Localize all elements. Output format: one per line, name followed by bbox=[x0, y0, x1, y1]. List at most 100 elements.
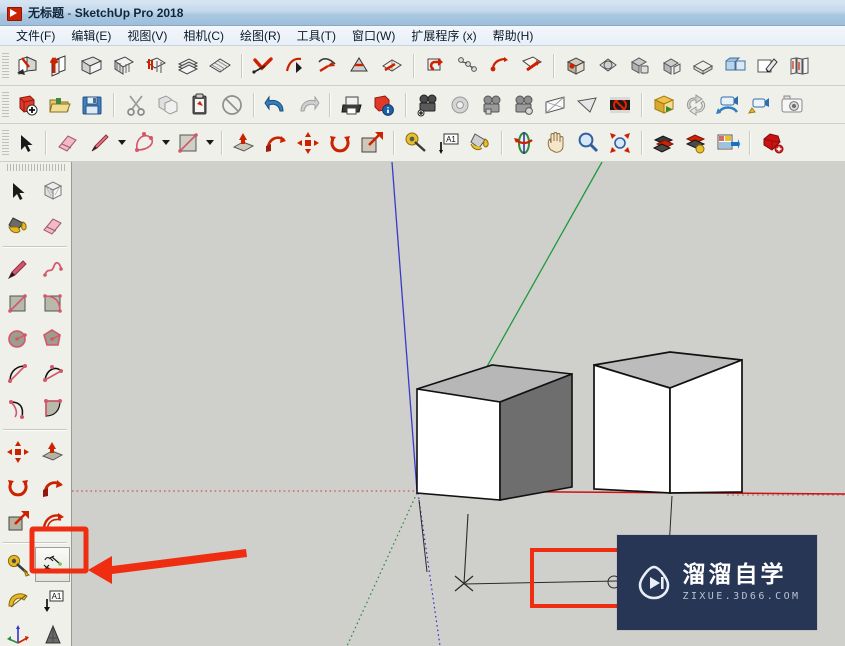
pan-tool-icon[interactable] bbox=[540, 127, 572, 159]
dynamic-components-info-icon[interactable] bbox=[592, 50, 624, 82]
3d-warehouse-icon[interactable] bbox=[648, 89, 680, 121]
solid-tools-intersect-icon[interactable] bbox=[44, 50, 76, 82]
menu-item-view[interactable]: 视图(V) bbox=[119, 25, 175, 46]
zoom-extents-tool-icon[interactable] bbox=[604, 127, 636, 159]
left-3point-arc-tool-icon[interactable] bbox=[0, 391, 35, 426]
left-tape-measure-tool-icon[interactable] bbox=[0, 547, 35, 582]
left-freehand-tool-icon[interactable] bbox=[35, 251, 70, 286]
left-axes-tool-icon[interactable] bbox=[0, 617, 35, 646]
scale-tool-icon[interactable] bbox=[356, 127, 388, 159]
left-arc-tool-icon[interactable] bbox=[0, 356, 35, 391]
arc-tool-icon[interactable] bbox=[128, 127, 160, 159]
standard-views-icon[interactable] bbox=[712, 127, 744, 159]
left-line-tool-icon[interactable] bbox=[0, 251, 35, 286]
left-rotate-tool-icon[interactable] bbox=[0, 469, 35, 504]
cut-icon[interactable] bbox=[120, 89, 152, 121]
menu-item-extensions[interactable]: 扩展程序 (x) bbox=[403, 25, 484, 46]
zoom-tool-icon[interactable] bbox=[572, 127, 604, 159]
scene-lock-icon[interactable] bbox=[476, 89, 508, 121]
styles-browser-icon[interactable] bbox=[688, 50, 720, 82]
line-tool-dropdown[interactable] bbox=[116, 129, 128, 157]
menu-item-draw[interactable]: 绘图(R) bbox=[232, 25, 289, 46]
solid-tools-split-icon[interactable] bbox=[172, 50, 204, 82]
text-tool-icon[interactable]: A1 bbox=[432, 127, 464, 159]
sandbox-flip-edge-icon[interactable] bbox=[420, 50, 452, 82]
erase-icon[interactable] bbox=[216, 89, 248, 121]
sandbox-stamp-icon[interactable] bbox=[312, 50, 344, 82]
dynamic-components-interact-icon[interactable] bbox=[560, 50, 592, 82]
left-paint-bucket-tool-icon[interactable] bbox=[0, 208, 35, 243]
add-location-icon[interactable] bbox=[712, 89, 744, 121]
left-rectangle-tool-icon[interactable] bbox=[0, 286, 35, 321]
rotate-tool-icon[interactable] bbox=[324, 127, 356, 159]
print-icon[interactable] bbox=[336, 89, 368, 121]
left-scale-tool-icon[interactable] bbox=[0, 504, 35, 539]
solid-tools-trim-icon[interactable] bbox=[140, 50, 172, 82]
save-document-icon[interactable] bbox=[76, 89, 108, 121]
toolbar-grip-icon[interactable] bbox=[2, 52, 9, 79]
menu-item-camera[interactable]: 相机(C) bbox=[175, 25, 232, 46]
left-make-component-icon[interactable] bbox=[35, 173, 70, 208]
dynamic-components-toggle-icon[interactable] bbox=[624, 50, 656, 82]
left-protractor-tool-icon[interactable] bbox=[0, 582, 35, 617]
menu-item-edit[interactable]: 编辑(E) bbox=[63, 25, 119, 46]
model-info-icon[interactable] bbox=[368, 89, 400, 121]
move-tool-icon[interactable] bbox=[292, 127, 324, 159]
section-display-icon[interactable] bbox=[604, 89, 636, 121]
menu-item-help[interactable]: 帮助(H) bbox=[485, 25, 542, 46]
left-pushpull-tool-icon[interactable] bbox=[35, 434, 70, 469]
undo-icon[interactable] bbox=[260, 89, 292, 121]
menu-item-window[interactable]: 窗口(W) bbox=[344, 25, 403, 46]
open-document-icon[interactable] bbox=[44, 89, 76, 121]
advanced-camera-target-icon[interactable] bbox=[484, 50, 516, 82]
redo-icon[interactable] bbox=[292, 89, 324, 121]
toolbar-grip-icon[interactable] bbox=[2, 129, 9, 156]
sandbox-drape-icon[interactable] bbox=[344, 50, 376, 82]
sandbox-from-scratch-icon[interactable] bbox=[204, 50, 236, 82]
section-plane-icon[interactable] bbox=[540, 89, 572, 121]
line-tool-icon[interactable] bbox=[84, 127, 116, 159]
toolbar-grip-icon[interactable] bbox=[2, 91, 9, 118]
advanced-camera-create-icon[interactable] bbox=[516, 50, 548, 82]
tape-measure-tool-icon[interactable] bbox=[400, 127, 432, 159]
outliner-icon[interactable] bbox=[784, 50, 816, 82]
ruby-console-icon[interactable] bbox=[756, 127, 788, 159]
components-browser-icon[interactable] bbox=[752, 50, 784, 82]
paint-bucket-tool-icon[interactable] bbox=[464, 127, 496, 159]
paste-icon[interactable] bbox=[184, 89, 216, 121]
left-pie-tool-icon[interactable] bbox=[35, 391, 70, 426]
menu-item-tools[interactable]: 工具(T) bbox=[289, 25, 344, 46]
left-move-tool-icon[interactable] bbox=[0, 434, 35, 469]
previous-view-icon[interactable] bbox=[648, 127, 680, 159]
copy-icon[interactable] bbox=[152, 89, 184, 121]
followme-tool-icon[interactable] bbox=[260, 127, 292, 159]
left-select-tool-icon[interactable] bbox=[0, 173, 35, 208]
add-scene-icon[interactable] bbox=[412, 89, 444, 121]
rectangle-tool-icon[interactable] bbox=[172, 127, 204, 159]
solid-tools-subtract-icon[interactable] bbox=[108, 50, 140, 82]
new-document-icon[interactable] bbox=[12, 89, 44, 121]
left-eraser-tool-icon[interactable] bbox=[35, 208, 70, 243]
left-text-tool-icon[interactable]: A1 bbox=[35, 582, 70, 617]
menu-item-file[interactable]: 文件(F) bbox=[8, 25, 63, 46]
sandbox-add-detail-icon[interactable] bbox=[376, 50, 408, 82]
left-dimension-tool-icon[interactable] bbox=[35, 547, 70, 582]
left-followme-tool-icon[interactable] bbox=[35, 469, 70, 504]
update-scene-icon[interactable] bbox=[444, 89, 476, 121]
scene-settings-icon[interactable] bbox=[508, 89, 540, 121]
match-photo-icon[interactable] bbox=[776, 89, 808, 121]
section-cut-icon[interactable] bbox=[572, 89, 604, 121]
left-offset-tool-icon[interactable] bbox=[35, 504, 70, 539]
arc-tool-dropdown[interactable] bbox=[160, 129, 172, 157]
next-view-icon[interactable] bbox=[680, 127, 712, 159]
materials-browser-icon[interactable] bbox=[720, 50, 752, 82]
photo-texture-icon[interactable] bbox=[744, 89, 776, 121]
sandbox-smoove-icon[interactable] bbox=[280, 50, 312, 82]
left-2point-arc-tool-icon[interactable] bbox=[35, 356, 70, 391]
left-rotated-rectangle-tool-icon[interactable] bbox=[35, 286, 70, 321]
layers-manager-icon[interactable] bbox=[656, 50, 688, 82]
solid-tools-outer-shell-icon[interactable] bbox=[12, 50, 44, 82]
orbit-tool-icon[interactable] bbox=[508, 127, 540, 159]
modeling-viewport[interactable]: 溜溜自学 ZIXUE.3D66.COM bbox=[72, 162, 845, 646]
select-tool-icon[interactable] bbox=[12, 127, 40, 159]
